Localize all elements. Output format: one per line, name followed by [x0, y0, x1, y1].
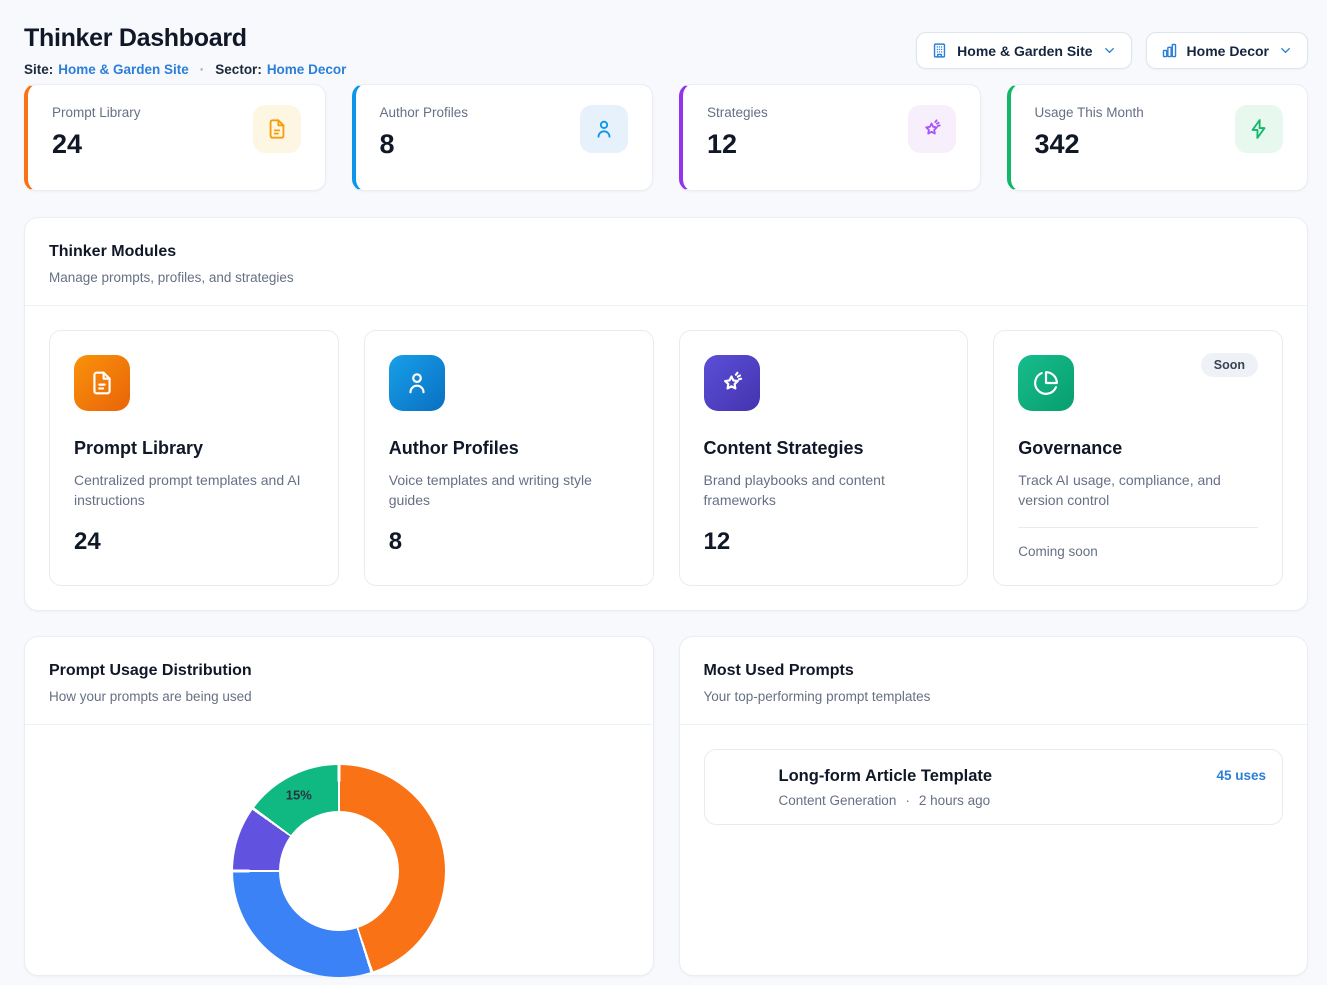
- module-card-content-strategies[interactable]: Content Strategies Brand playbooks and c…: [679, 330, 969, 586]
- stat-label: Author Profiles: [380, 105, 469, 120]
- site-link[interactable]: Home & Garden Site: [58, 62, 189, 77]
- sector-selector-label: Home Decor: [1187, 43, 1269, 59]
- sector-selector-button[interactable]: Home Decor: [1146, 32, 1308, 69]
- sector-link[interactable]: Home Decor: [267, 62, 347, 77]
- module-title: Governance: [1018, 438, 1258, 459]
- modules-header: Thinker Modules Manage prompts, profiles…: [25, 218, 1307, 306]
- file-text-icon: [721, 766, 763, 808]
- modules-subtitle: Manage prompts, profiles, and strategies: [49, 270, 1283, 285]
- stat-card-author-profiles: Author Profiles 8: [352, 84, 654, 191]
- chevron-down-icon: [1278, 43, 1293, 58]
- module-description: Voice templates and writing style guides: [389, 470, 629, 511]
- divider: [1018, 527, 1258, 528]
- file-text-icon: [74, 355, 130, 411]
- stat-text: Author Profiles 8: [380, 105, 469, 170]
- stat-label: Strategies: [707, 105, 768, 120]
- module-description: Centralized prompt templates and AI inst…: [74, 470, 314, 511]
- module-footer: Coming soon: [1018, 544, 1258, 559]
- prompts-header: Most Used Prompts Your top-performing pr…: [680, 637, 1308, 725]
- module-description: Track AI usage, compliance, and version …: [1018, 470, 1258, 511]
- pie-chart-icon: [1018, 355, 1074, 411]
- stat-label: Usage This Month: [1035, 105, 1144, 120]
- bottom-row: Prompt Usage Distribution How your promp…: [24, 636, 1308, 976]
- prompt-meta: Content Generation · 2 hours ago: [779, 793, 1201, 808]
- modules-grid: Prompt Library Centralized prompt templa…: [25, 306, 1307, 610]
- separator-dot: ·: [200, 62, 205, 77]
- module-title: Content Strategies: [704, 438, 944, 459]
- stat-card-usage: Usage This Month 342: [1007, 84, 1309, 191]
- prompt-title: Long-form Article Template: [779, 767, 1201, 786]
- donut-slice-label: 15%: [286, 788, 312, 803]
- uses-badge: 45 uses: [1216, 768, 1266, 783]
- thinker-modules-panel: Thinker Modules Manage prompts, profiles…: [24, 217, 1308, 611]
- module-count: 12: [704, 528, 944, 556]
- building-icon: [931, 42, 948, 59]
- prompts-subtitle: Your top-performing prompt templates: [704, 689, 1284, 704]
- sparkle-star-icon: [704, 355, 760, 411]
- module-card-prompt-library[interactable]: Prompt Library Centralized prompt templa…: [49, 330, 339, 586]
- usage-title: Prompt Usage Distribution: [49, 662, 629, 680]
- most-used-prompts-panel: Most Used Prompts Your top-performing pr…: [679, 636, 1309, 976]
- stat-label: Prompt Library: [52, 105, 141, 120]
- module-count: 8: [389, 528, 629, 556]
- site-selector-button[interactable]: Home & Garden Site: [916, 32, 1131, 69]
- stat-value: 342: [1035, 129, 1144, 160]
- site-selector-label: Home & Garden Site: [957, 43, 1092, 59]
- user-icon: [389, 355, 445, 411]
- prompt-list: Long-form Article Template Content Gener…: [680, 725, 1308, 849]
- module-title: Author Profiles: [389, 438, 629, 459]
- page-title: Thinker Dashboard: [24, 24, 346, 53]
- soon-badge: Soon: [1201, 353, 1258, 377]
- separator-dot: ·: [905, 793, 910, 808]
- module-card-author-profiles[interactable]: Author Profiles Voice templates and writ…: [364, 330, 654, 586]
- prompt-text: Long-form Article Template Content Gener…: [779, 767, 1201, 808]
- stat-value: 24: [52, 129, 141, 160]
- breadcrumb: Site: Home & Garden Site · Sector: Home …: [24, 62, 346, 77]
- stat-text: Prompt Library 24: [52, 105, 141, 170]
- sector-label: Sector:: [215, 62, 262, 77]
- file-text-icon: [253, 105, 301, 153]
- prompt-list-item[interactable]: Long-form Article Template Content Gener…: [704, 749, 1284, 825]
- module-title: Prompt Library: [74, 438, 314, 459]
- stat-value: 12: [707, 129, 768, 160]
- site-label: Site:: [24, 62, 53, 77]
- zap-icon: [1235, 105, 1283, 153]
- stat-text: Strategies 12: [707, 105, 768, 170]
- stat-value: 8: [380, 129, 469, 160]
- donut-chart-area: 15%: [25, 725, 653, 985]
- bar-chart-icon: [1161, 42, 1178, 59]
- stat-card-strategies: Strategies 12: [679, 84, 981, 191]
- user-icon: [580, 105, 628, 153]
- donut-chart: 15%: [233, 765, 445, 977]
- chevron-down-icon: [1102, 43, 1117, 58]
- title-block: Thinker Dashboard Site: Home & Garden Si…: [24, 24, 346, 77]
- module-card-governance[interactable]: Soon Governance Track AI usage, complian…: [993, 330, 1283, 586]
- module-description: Brand playbooks and content frameworks: [704, 470, 944, 511]
- stat-card-prompt-library: Prompt Library 24: [24, 84, 326, 191]
- top-bar: Thinker Dashboard Site: Home & Garden Si…: [24, 24, 1308, 77]
- prompt-time: 2 hours ago: [919, 793, 990, 808]
- modules-title: Thinker Modules: [49, 243, 1283, 261]
- prompts-title: Most Used Prompts: [704, 662, 1284, 680]
- usage-header: Prompt Usage Distribution How your promp…: [25, 637, 653, 725]
- top-bar-actions: Home & Garden Site Home Decor: [916, 32, 1308, 69]
- module-count: 24: [74, 528, 314, 556]
- usage-subtitle: How your prompts are being used: [49, 689, 629, 704]
- prompt-usage-panel: Prompt Usage Distribution How your promp…: [24, 636, 654, 976]
- sparkle-star-icon: [908, 105, 956, 153]
- stat-text: Usage This Month 342: [1035, 105, 1144, 170]
- prompt-category: Content Generation: [779, 793, 897, 808]
- stats-row: Prompt Library 24 Author Profiles 8 Stra…: [24, 84, 1308, 191]
